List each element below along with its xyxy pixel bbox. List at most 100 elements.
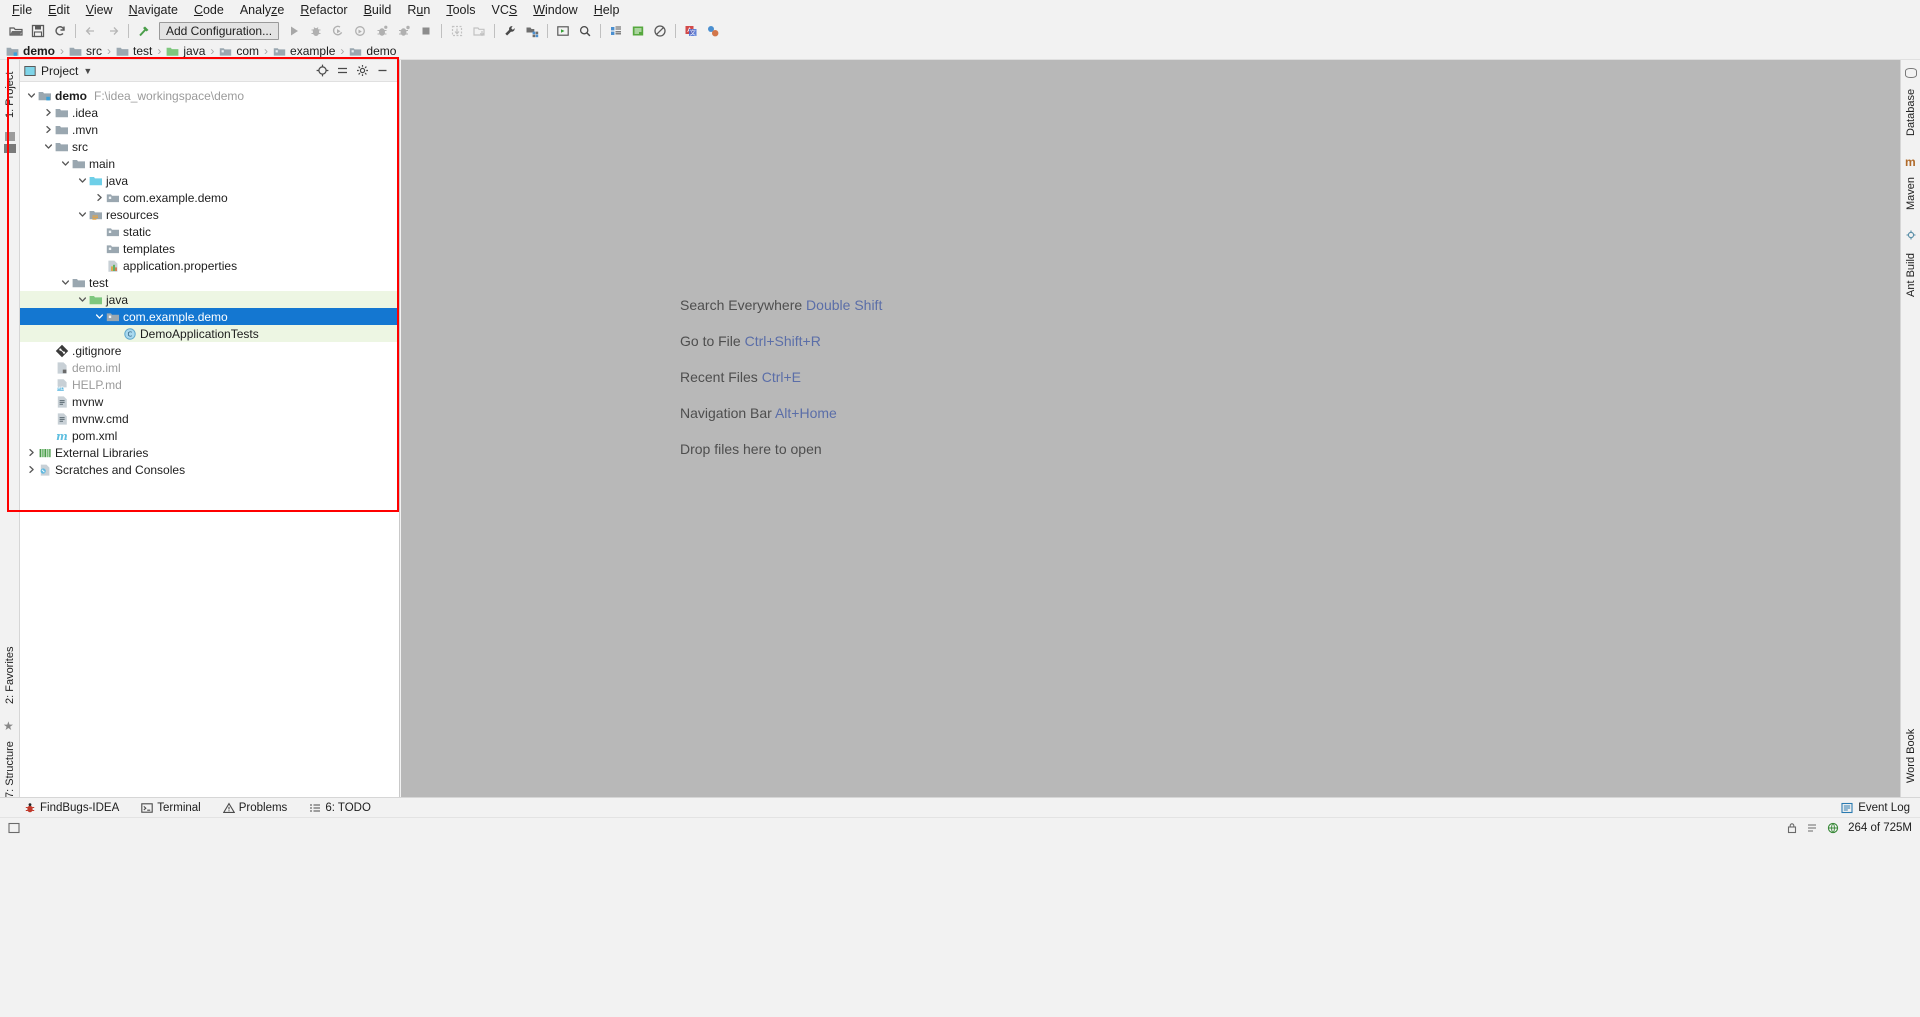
- tree-node-src[interactable]: src: [20, 138, 399, 155]
- tree-node-mvnw-cmd[interactable]: mvnw.cmd: [20, 410, 399, 427]
- forward-arrow-icon[interactable]: [102, 21, 124, 41]
- status-left-icon[interactable]: [8, 822, 20, 834]
- tree-node-demoapplicationtests[interactable]: CDemoApplicationTests: [20, 325, 399, 342]
- tree-node-java[interactable]: java: [20, 172, 399, 189]
- bottom-tab-todo[interactable]: 6: TODO: [309, 802, 371, 814]
- update-project-icon[interactable]: [446, 21, 468, 41]
- chevron-right-icon[interactable]: [26, 447, 37, 458]
- database-console-icon[interactable]: [627, 21, 649, 41]
- memory-indicator[interactable]: 264 of 725M: [1848, 822, 1912, 834]
- tool-tab-favorites[interactable]: 2: Favorites: [0, 637, 20, 713]
- chevron-down-icon[interactable]: [26, 90, 37, 101]
- chevron-down-icon[interactable]: [77, 175, 88, 186]
- run-coverage-icon[interactable]: [327, 21, 349, 41]
- locate-target-icon[interactable]: [316, 64, 329, 77]
- run-configuration-selector[interactable]: Add Configuration...: [159, 22, 279, 40]
- tree-node-external-libraries[interactable]: External Libraries: [20, 444, 399, 461]
- profile-icon[interactable]: [349, 21, 371, 41]
- line-separator-icon[interactable]: [1806, 822, 1818, 834]
- tool-tab-database[interactable]: Database: [1901, 82, 1920, 142]
- menu-item-window[interactable]: Window: [525, 1, 585, 19]
- chevron-right-icon[interactable]: [43, 124, 54, 135]
- no-entry-icon[interactable]: [649, 21, 671, 41]
- menu-item-vcs[interactable]: VCS: [484, 1, 526, 19]
- editor-vertical-scrollbar[interactable]: [1889, 60, 1900, 797]
- gear-icon[interactable]: [356, 64, 369, 77]
- search-icon[interactable]: [574, 21, 596, 41]
- menu-item-edit[interactable]: Edit: [40, 1, 78, 19]
- open-project-icon[interactable]: [5, 21, 27, 41]
- run-dirty-icon[interactable]: [371, 21, 393, 41]
- bottom-tab-terminal[interactable]: Terminal: [141, 802, 200, 814]
- menu-item-build[interactable]: Build: [356, 1, 400, 19]
- breadcrumb-item-demo[interactable]: demo: [6, 44, 55, 58]
- tool-tab-project[interactable]: 1: Project: [0, 64, 20, 126]
- tree-node--idea[interactable]: .idea: [20, 104, 399, 121]
- tree-node-application-properties[interactable]: application.properties: [20, 257, 399, 274]
- extra-plugin-icon[interactable]: [702, 21, 724, 41]
- chevron-down-icon[interactable]: ▼: [83, 66, 92, 76]
- menu-item-code[interactable]: Code: [186, 1, 232, 19]
- menu-item-view[interactable]: View: [78, 1, 121, 19]
- tree-node-java[interactable]: java: [20, 291, 399, 308]
- select-in-icon[interactable]: [552, 21, 574, 41]
- sync-icon[interactable]: [49, 21, 71, 41]
- tree-node--mvn[interactable]: .mvn: [20, 121, 399, 138]
- build-hammer-icon[interactable]: [133, 21, 155, 41]
- tree-node-pom-xml[interactable]: mpom.xml: [20, 427, 399, 444]
- bottom-tab-findbugs[interactable]: FindBugs-IDEA: [24, 802, 119, 814]
- save-all-icon[interactable]: [27, 21, 49, 41]
- tree-node-demo[interactable]: demoF:\idea_workingspace\demo: [20, 87, 399, 104]
- menu-item-navigate[interactable]: Navigate: [121, 1, 186, 19]
- tool-tab-word-book[interactable]: Word Book: [1901, 720, 1920, 792]
- tree-node-resources[interactable]: resources: [20, 206, 399, 223]
- tree-node--gitignore[interactable]: .gitignore: [20, 342, 399, 359]
- stop-icon[interactable]: [415, 21, 437, 41]
- bottom-tab-problems[interactable]: Problems: [223, 802, 288, 814]
- plugin-panel-icon[interactable]: [605, 21, 627, 41]
- project-tree[interactable]: demoF:\idea_workingspace\demo.idea.mvnsr…: [20, 82, 399, 797]
- tool-tab-ant-build[interactable]: Ant Build: [1901, 244, 1920, 306]
- event-log-area[interactable]: Event Log: [1841, 802, 1920, 814]
- breadcrumb-item-com[interactable]: com: [219, 44, 259, 58]
- debug-icon[interactable]: [305, 21, 327, 41]
- tree-node-scratches-and-consoles[interactable]: Scratches and Consoles: [20, 461, 399, 478]
- chevron-right-icon[interactable]: [94, 192, 105, 203]
- tool-tab-maven[interactable]: Maven: [1901, 170, 1920, 216]
- encoding-icon[interactable]: [1826, 822, 1840, 834]
- tree-node-test[interactable]: test: [20, 274, 399, 291]
- translate-icon[interactable]: A文: [680, 21, 702, 41]
- chevron-right-icon[interactable]: [43, 107, 54, 118]
- breadcrumb-item-test[interactable]: test: [116, 44, 152, 58]
- menu-item-run[interactable]: Run: [399, 1, 438, 19]
- back-arrow-icon[interactable]: [80, 21, 102, 41]
- tree-node-help-md[interactable]: MDHELP.md: [20, 376, 399, 393]
- breadcrumb-item-example[interactable]: example: [273, 44, 335, 58]
- chevron-down-icon[interactable]: [60, 158, 71, 169]
- tree-node-main[interactable]: main: [20, 155, 399, 172]
- breadcrumb-item-demo[interactable]: demo: [349, 44, 396, 58]
- menu-item-file[interactable]: File: [4, 1, 40, 19]
- run-icon[interactable]: [283, 21, 305, 41]
- lock-icon[interactable]: [1786, 822, 1798, 834]
- chevron-down-icon[interactable]: [60, 277, 71, 288]
- breadcrumb-item-src[interactable]: src: [69, 44, 102, 58]
- commit-icon[interactable]: [468, 21, 490, 41]
- tree-node-mvnw[interactable]: mvnw: [20, 393, 399, 410]
- tree-node-com-example-demo[interactable]: com.example.demo: [20, 189, 399, 206]
- tree-node-templates[interactable]: templates: [20, 240, 399, 257]
- collapse-all-icon[interactable]: [336, 64, 349, 77]
- menu-item-tools[interactable]: Tools: [438, 1, 483, 19]
- chevron-right-icon[interactable]: [26, 464, 37, 475]
- tree-node-demo-iml[interactable]: demo.iml: [20, 359, 399, 376]
- settings-wrench-icon[interactable]: [499, 21, 521, 41]
- tree-node-static[interactable]: static: [20, 223, 399, 240]
- chevron-down-icon[interactable]: [77, 209, 88, 220]
- chevron-down-icon[interactable]: [43, 141, 54, 152]
- hide-icon[interactable]: [376, 64, 389, 77]
- project-structure-icon[interactable]: [521, 21, 543, 41]
- tree-node-com-example-demo[interactable]: com.example.demo: [20, 308, 399, 325]
- menu-item-analyze[interactable]: Analyze: [232, 1, 292, 19]
- menu-item-refactor[interactable]: Refactor: [292, 1, 355, 19]
- breadcrumb-item-java[interactable]: java: [166, 44, 205, 58]
